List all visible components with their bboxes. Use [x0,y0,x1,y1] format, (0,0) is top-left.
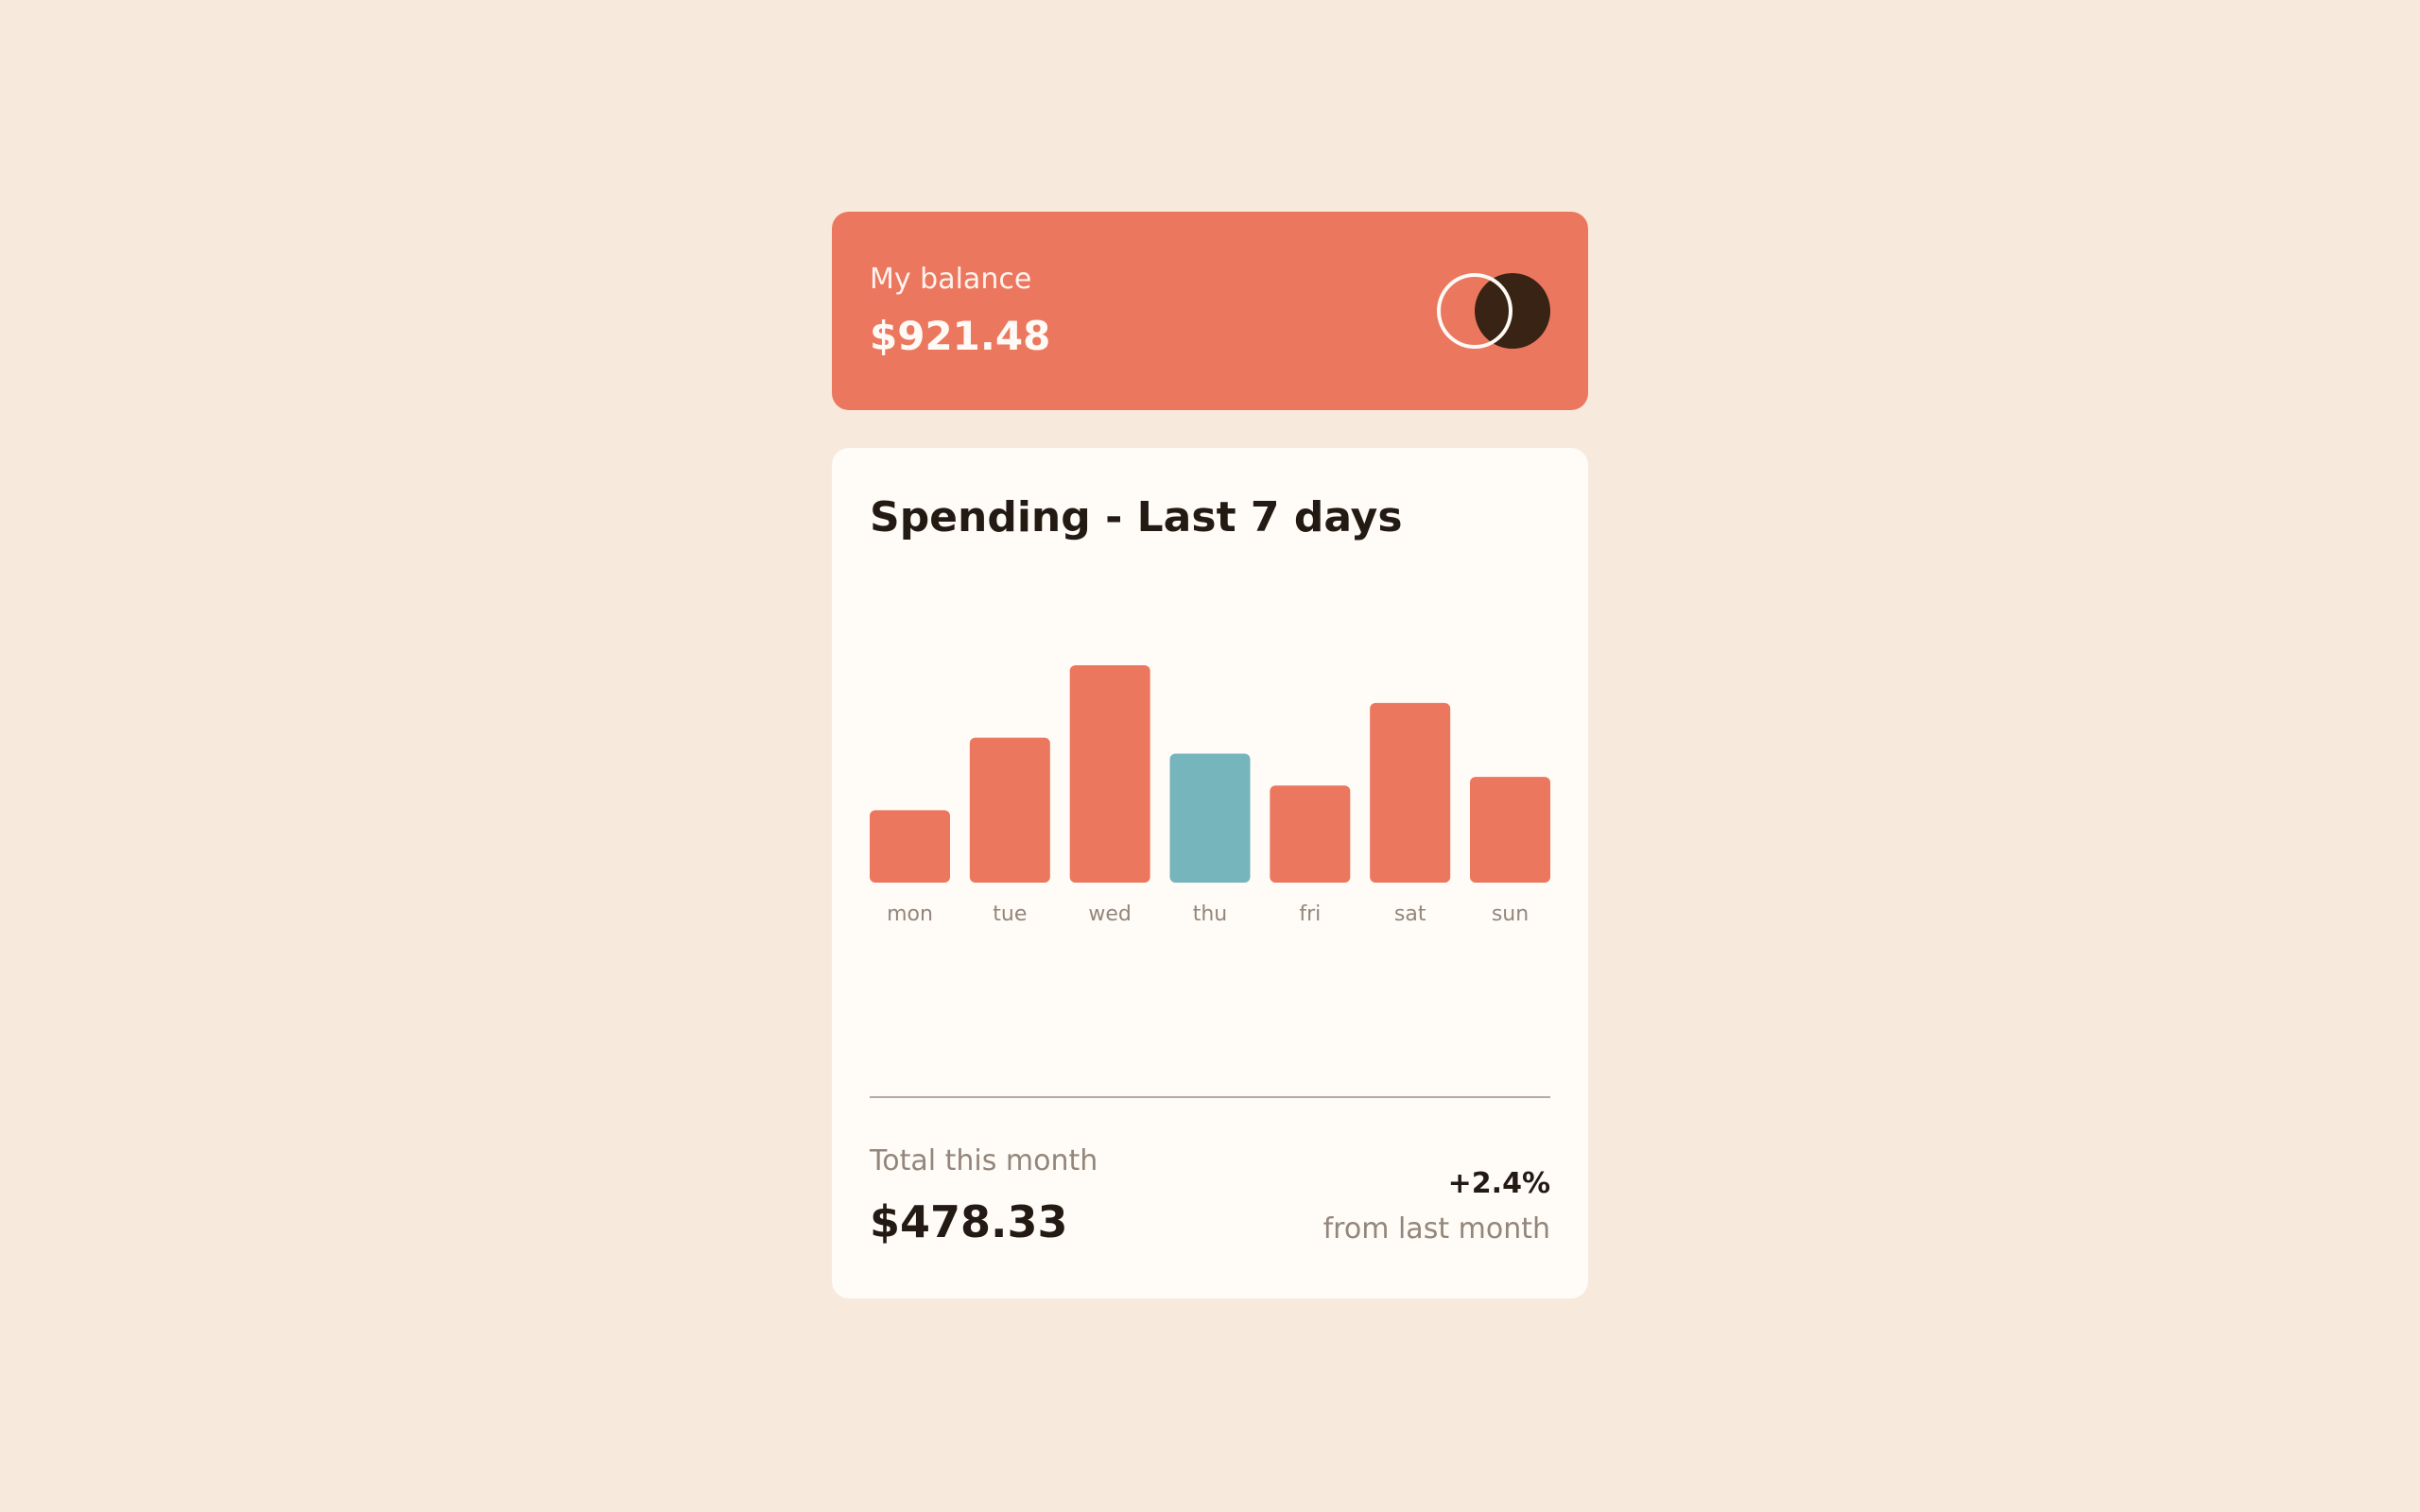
day-label-mon: mon [887,902,933,926]
day-label-tue: tue [993,902,1027,926]
spending-title: Spending - Last 7 days [870,493,1403,541]
total-block: Total this month $478.33 [870,1144,1098,1247]
total-label: Total this month [870,1144,1098,1177]
change-percent: +2.4% [1447,1167,1550,1200]
balance-label: My balance [870,263,1032,296]
bar-sun[interactable] [1470,777,1550,883]
bar-wed[interactable] [1069,665,1150,883]
spending-card: Spending - Last 7 days mon tue wed thu fri sa… [832,448,1588,1298]
spending-bar-chart: mon tue wed thu fri sat sun [870,637,1550,939]
overlapping-circles-logo-icon [1437,273,1550,349]
day-label-fri: fri [1299,902,1321,926]
expenses-app: My balance $921.48 Spending - Last 7 day… [832,212,1588,1298]
balance-card: My balance $921.48 [832,212,1588,410]
total-amount: $478.33 [870,1196,1068,1247]
day-label-sat: sat [1394,902,1426,926]
bar-sat[interactable] [1370,702,1451,883]
change-label: from last month [1322,1212,1550,1246]
bar-tue[interactable] [969,737,1050,883]
chart-svg: mon tue wed thu fri sat sun [870,665,1550,926]
bar-mon[interactable] [870,810,950,883]
day-label-wed: wed [1088,902,1132,926]
bar-fri[interactable] [1270,785,1351,883]
change-block: +2.4% from last month [1323,1170,1550,1244]
day-label-sun: sun [1492,902,1529,926]
divider [870,1096,1550,1098]
day-label-thu: thu [1193,902,1228,926]
monthly-summary: Total this month $478.33 +2.4% from last… [870,1144,1550,1247]
balance-text: My balance $921.48 [870,266,1050,356]
bar-thu[interactable] [1169,753,1251,883]
logo-outline-circle [1437,273,1512,349]
balance-amount: $921.48 [870,313,1051,359]
